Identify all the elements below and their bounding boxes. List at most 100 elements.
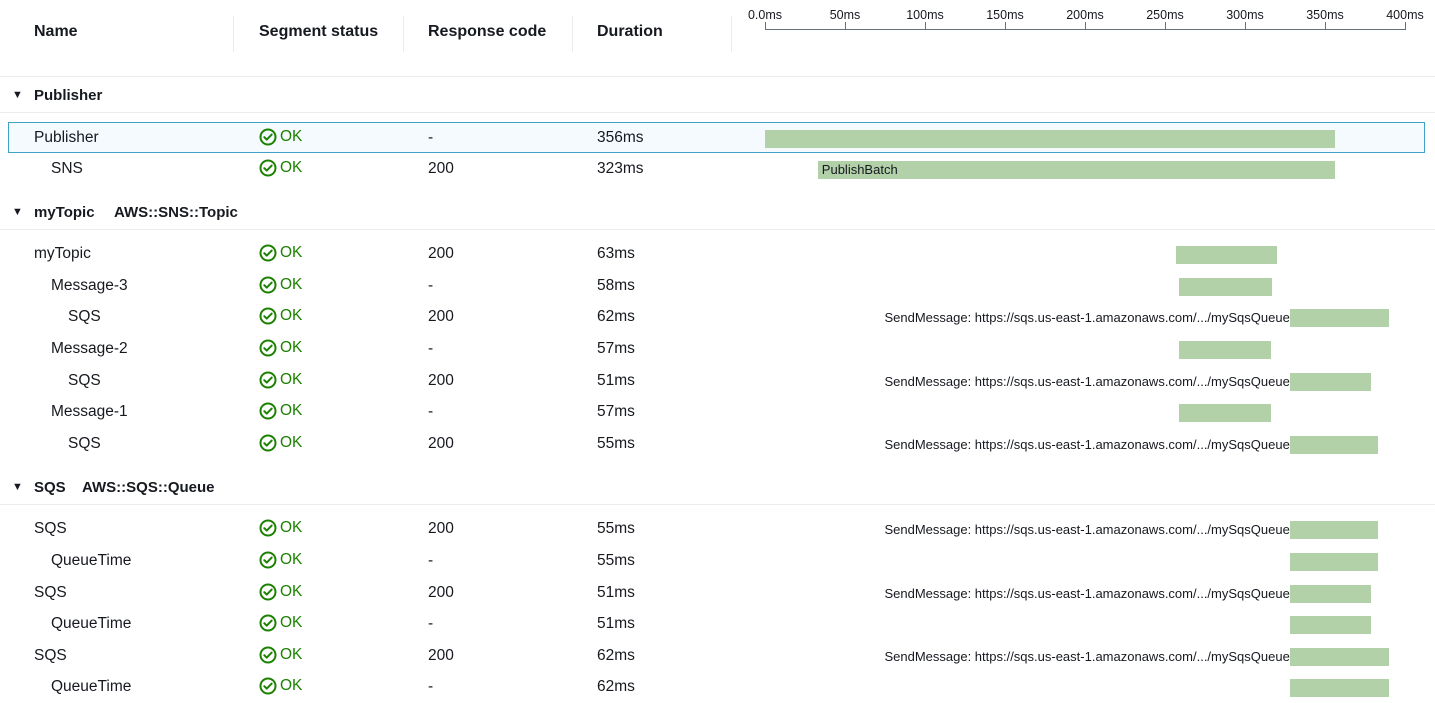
- bar-label: SendMessage: https://sqs.us-east-1.amazo…: [884, 374, 1290, 389]
- duration: 62ms: [597, 678, 635, 695]
- duration: 51ms: [597, 584, 635, 601]
- column-divider[interactable]: [572, 16, 573, 52]
- timeline-bar[interactable]: [1289, 373, 1372, 391]
- timeline-bar[interactable]: [1179, 341, 1271, 359]
- check-circle-icon: [259, 339, 277, 357]
- timeline-bar[interactable]: [1176, 246, 1277, 264]
- response-code: -: [428, 678, 434, 695]
- status-text: OK: [280, 614, 303, 631]
- timeline-bar[interactable]: [1289, 521, 1378, 539]
- trace-row[interactable]: SQS OK 200 51ms SendMessage: https://sqs.us-…: [0, 578, 1435, 609]
- group-header[interactable]: ▼ myTopic AWS::SNS::Topic: [0, 197, 1435, 230]
- group-header[interactable]: ▼ Publisher: [0, 80, 1435, 113]
- axis-tick-label: 200ms: [1066, 8, 1104, 22]
- trace-row[interactable]: SQS OK 200 62ms SendMessage: https://sqs.us-…: [0, 302, 1435, 333]
- response-code: -: [428, 277, 434, 294]
- trace-row[interactable]: Publisher OK - 356ms: [8, 122, 1425, 153]
- segment-status: OK: [259, 307, 302, 325]
- trace-row[interactable]: SQS OK 200 62ms SendMessage: https://sqs.us-…: [0, 641, 1435, 672]
- check-circle-icon: [259, 128, 277, 146]
- status-text: OK: [280, 244, 303, 261]
- duration: 51ms: [597, 615, 635, 632]
- timeline-axis: 0.0ms 50ms 100ms 150ms 200ms 250ms 300ms 350ms 4…: [748, 0, 1424, 40]
- segment-name: Message-2: [51, 340, 128, 357]
- axis-tick: [1005, 22, 1006, 30]
- segment-name: QueueTime: [51, 615, 132, 632]
- response-code: 200: [428, 160, 454, 177]
- check-circle-icon: [259, 244, 277, 262]
- response-code: -: [428, 129, 434, 146]
- timeline-bar[interactable]: [1179, 404, 1271, 422]
- status-text: OK: [280, 339, 303, 356]
- timeline-bar[interactable]: [1289, 436, 1378, 454]
- response-code: -: [428, 615, 434, 632]
- response-code: 200: [428, 435, 454, 452]
- timeline-bar[interactable]: [765, 130, 1335, 148]
- collapse-triangle-icon[interactable]: ▼: [12, 89, 23, 101]
- bar-label: PublishBatch: [821, 162, 898, 177]
- axis-tick-label: 50ms: [829, 8, 861, 22]
- column-header-duration[interactable]: Duration: [597, 23, 663, 41]
- axis-tick-label: 300ms: [1226, 8, 1264, 22]
- status-text: OK: [280, 307, 303, 324]
- collapse-triangle-icon[interactable]: ▼: [12, 206, 23, 218]
- segment-status: OK: [259, 159, 302, 177]
- trace-row[interactable]: SQS OK 200 55ms SendMessage: https://sqs.us-…: [0, 514, 1435, 545]
- group-name: SQS: [34, 479, 66, 496]
- trace-row[interactable]: myTopic OK 200 63ms: [0, 239, 1435, 270]
- trace-row[interactable]: QueueTime OK - 62ms: [0, 672, 1435, 703]
- check-circle-icon: [259, 371, 277, 389]
- bar-label: SendMessage: https://sqs.us-east-1.amazo…: [884, 522, 1290, 537]
- trace-row[interactable]: Message-1 OK - 57ms: [0, 397, 1435, 428]
- group-header[interactable]: ▼ SQS AWS::SQS::Queue: [0, 472, 1435, 505]
- status-text: OK: [280, 519, 303, 536]
- column-divider[interactable]: [233, 16, 234, 52]
- status-text: OK: [280, 276, 303, 293]
- segment-status: OK: [259, 583, 302, 601]
- timeline-bar[interactable]: [1289, 648, 1389, 666]
- duration: 58ms: [597, 277, 635, 294]
- segment-status: OK: [259, 519, 302, 537]
- bar-label: SendMessage: https://sqs.us-east-1.amazo…: [884, 437, 1290, 452]
- check-circle-icon: [259, 646, 277, 664]
- duration: 55ms: [597, 435, 635, 452]
- response-code: 200: [428, 520, 454, 537]
- column-header-segment-status[interactable]: Segment status: [259, 23, 378, 41]
- axis-tick-label: 350ms: [1306, 8, 1344, 22]
- trace-row[interactable]: SQS OK 200 55ms SendMessage: https://sqs.us-…: [0, 429, 1435, 460]
- trace-row[interactable]: SQS OK 200 51ms SendMessage: https://sqs.us-…: [0, 366, 1435, 397]
- column-header-name[interactable]: Name: [34, 23, 78, 41]
- collapse-triangle-icon[interactable]: ▼: [12, 481, 23, 493]
- axis-tick: [1325, 22, 1326, 30]
- check-circle-icon: [259, 159, 277, 177]
- timeline-bar[interactable]: PublishBatch: [817, 161, 1335, 179]
- segment-status: OK: [259, 128, 302, 146]
- column-divider[interactable]: [403, 16, 404, 52]
- group-type: AWS::SQS::Queue: [82, 479, 215, 496]
- duration: 323ms: [597, 160, 644, 177]
- duration: 57ms: [597, 340, 635, 357]
- timeline-bar[interactable]: [1289, 616, 1372, 634]
- duration: 55ms: [597, 520, 635, 537]
- trace-row[interactable]: SNS OK 200 323ms PublishBatch: [0, 154, 1435, 185]
- trace-row[interactable]: QueueTime OK - 55ms: [0, 546, 1435, 577]
- timeline-bar[interactable]: [1289, 585, 1372, 603]
- column-divider[interactable]: [731, 16, 732, 52]
- response-code: -: [428, 403, 434, 420]
- timeline-bar[interactable]: [1289, 553, 1378, 571]
- response-code: 200: [428, 647, 454, 664]
- timeline-bar[interactable]: [1289, 679, 1389, 697]
- segment-status: OK: [259, 339, 302, 357]
- trace-row[interactable]: Message-2 OK - 57ms: [0, 334, 1435, 365]
- column-header-response-code[interactable]: Response code: [428, 23, 546, 41]
- trace-row[interactable]: QueueTime OK - 51ms: [0, 609, 1435, 640]
- bar-label: SendMessage: https://sqs.us-east-1.amazo…: [884, 649, 1290, 664]
- check-circle-icon: [259, 402, 277, 420]
- segment-status: OK: [259, 244, 302, 262]
- segment-name: SQS: [68, 308, 101, 325]
- timeline-bar[interactable]: [1179, 278, 1273, 296]
- status-text: OK: [280, 371, 303, 388]
- timeline-bar[interactable]: [1289, 309, 1389, 327]
- bar-label: SendMessage: https://sqs.us-east-1.amazo…: [884, 586, 1290, 601]
- trace-row[interactable]: Message-3 OK - 58ms: [0, 271, 1435, 302]
